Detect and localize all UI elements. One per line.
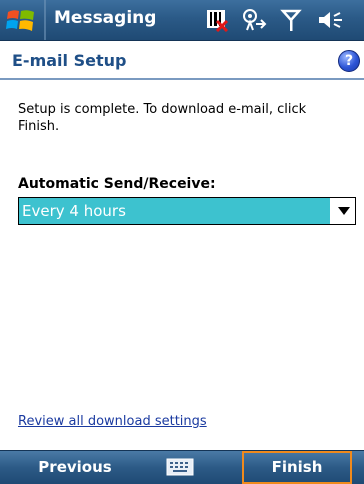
- sim-missing-icon[interactable]: [205, 8, 229, 36]
- title-separator: [44, 0, 46, 40]
- windows-start-icon[interactable]: [6, 6, 36, 34]
- setup-complete-message: Setup is complete. To download e-mail, c…: [18, 102, 307, 134]
- page-header: E-mail Setup ?: [0, 42, 364, 80]
- data-connection-icon[interactable]: [241, 8, 267, 36]
- help-icon[interactable]: ?: [338, 50, 360, 72]
- signal-icon[interactable]: [280, 8, 302, 36]
- page-title: E-mail Setup: [12, 51, 127, 70]
- auto-send-receive-label: Automatic Send/Receive:: [18, 176, 216, 192]
- auto-send-receive-value[interactable]: Every 4 hours: [19, 198, 330, 224]
- volume-icon[interactable]: [316, 8, 346, 36]
- auto-send-receive-select[interactable]: Every 4 hours: [18, 197, 356, 225]
- status-icons: [200, 6, 360, 34]
- chevron-down-icon[interactable]: [331, 198, 355, 224]
- finish-button[interactable]: Finish: [242, 451, 352, 484]
- review-download-settings-link[interactable]: Review all download settings: [18, 414, 207, 429]
- app-title: Messaging: [54, 8, 157, 28]
- title-bar: Messaging: [0, 0, 364, 41]
- previous-button[interactable]: Previous: [0, 451, 150, 484]
- softkey-bar: Previous Finish: [0, 450, 364, 484]
- keyboard-icon[interactable]: [166, 457, 194, 477]
